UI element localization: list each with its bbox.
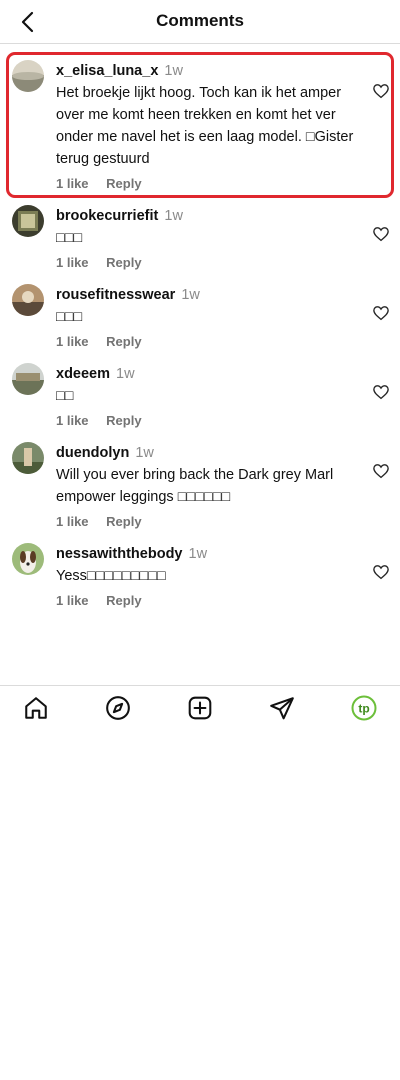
comment-body: nessawiththebody 1w Yess□□□□□□□□□ 1 like… bbox=[56, 545, 366, 608]
like-count[interactable]: 1 like bbox=[56, 334, 89, 349]
page-title: Comments bbox=[156, 11, 244, 30]
reply-button[interactable]: Reply bbox=[106, 413, 141, 428]
reply-button[interactable]: Reply bbox=[106, 176, 141, 191]
heart-icon[interactable] bbox=[372, 383, 390, 401]
heart-icon[interactable] bbox=[372, 225, 390, 243]
heart-icon[interactable] bbox=[372, 563, 390, 581]
like-count[interactable]: 1 like bbox=[56, 413, 89, 428]
comment-body: brookecurriefit 1w □□□ 1 like Reply bbox=[56, 207, 366, 270]
heart-icon[interactable] bbox=[372, 462, 390, 480]
heart-icon[interactable] bbox=[372, 304, 390, 322]
tab-create[interactable] bbox=[186, 694, 214, 722]
like-count[interactable]: 1 like bbox=[56, 176, 89, 191]
explore-compass-icon bbox=[106, 696, 130, 720]
comment-username[interactable]: brookecurriefit bbox=[56, 208, 158, 224]
header: Comments bbox=[0, 0, 400, 44]
comment-time: 1w bbox=[164, 208, 183, 224]
like-count[interactable]: 1 like bbox=[56, 514, 89, 529]
comment-body: xdeeem 1w □□ 1 like Reply bbox=[56, 365, 366, 428]
comment-username[interactable]: duendolyn bbox=[56, 445, 129, 461]
comment-body: x_elisa_luna_x 1w Het broekje lijkt hoog… bbox=[56, 62, 366, 191]
avatar[interactable] bbox=[12, 363, 44, 395]
comment-text: Will you ever bring back the Dark grey M… bbox=[56, 467, 334, 505]
like-count[interactable]: 1 like bbox=[56, 593, 89, 608]
avatar[interactable] bbox=[12, 205, 44, 237]
comment-body: duendolyn 1w Will you ever bring back th… bbox=[56, 444, 366, 529]
like-count[interactable]: 1 like bbox=[56, 255, 89, 270]
comment-text: □□□ bbox=[56, 309, 83, 325]
reply-button[interactable]: Reply bbox=[106, 255, 141, 270]
tab-profile[interactable]: tp bbox=[350, 694, 378, 722]
comment-username[interactable]: nessawiththebody bbox=[56, 546, 183, 562]
avatar[interactable] bbox=[12, 284, 44, 316]
comment-time: 1w bbox=[181, 287, 200, 303]
avatar[interactable] bbox=[12, 442, 44, 474]
direct-send-icon bbox=[270, 697, 294, 720]
comment-username[interactable]: xdeeem bbox=[56, 366, 110, 382]
comment-time: 1w bbox=[135, 445, 154, 461]
comment-text: □□□ bbox=[56, 230, 83, 246]
avatar[interactable] bbox=[12, 543, 44, 575]
comment-text: □□ bbox=[56, 388, 74, 404]
comment-time: 1w bbox=[188, 546, 208, 562]
comment-text: Het broekje lijkt hoog. Toch kan ik het … bbox=[56, 85, 354, 167]
comment-time: 1w bbox=[116, 366, 135, 382]
tab-direct[interactable] bbox=[268, 694, 296, 722]
reply-button[interactable]: Reply bbox=[106, 514, 141, 529]
profile-logo-icon: tp bbox=[351, 695, 377, 721]
heart-icon[interactable] bbox=[372, 82, 390, 100]
avatar[interactable] bbox=[12, 60, 44, 92]
tab-home[interactable] bbox=[22, 694, 50, 722]
tab-explore[interactable] bbox=[104, 694, 132, 722]
comment-body: rousefitnesswear 1w □□□ 1 like Reply bbox=[56, 286, 366, 349]
bottom-tab-bar: tp bbox=[0, 685, 400, 731]
comment-text: Yess□□□□□□□□□ bbox=[56, 568, 166, 584]
comment-username[interactable]: x_elisa_luna_x bbox=[56, 63, 158, 79]
reply-button[interactable]: Reply bbox=[106, 334, 141, 349]
create-plus-icon bbox=[188, 696, 212, 720]
comment-username[interactable]: rousefitnesswear bbox=[56, 287, 175, 303]
comment-time: 1w bbox=[164, 63, 183, 79]
home-icon bbox=[25, 697, 47, 719]
reply-button[interactable]: Reply bbox=[106, 593, 141, 608]
profile-logo-text: tp bbox=[358, 702, 369, 716]
